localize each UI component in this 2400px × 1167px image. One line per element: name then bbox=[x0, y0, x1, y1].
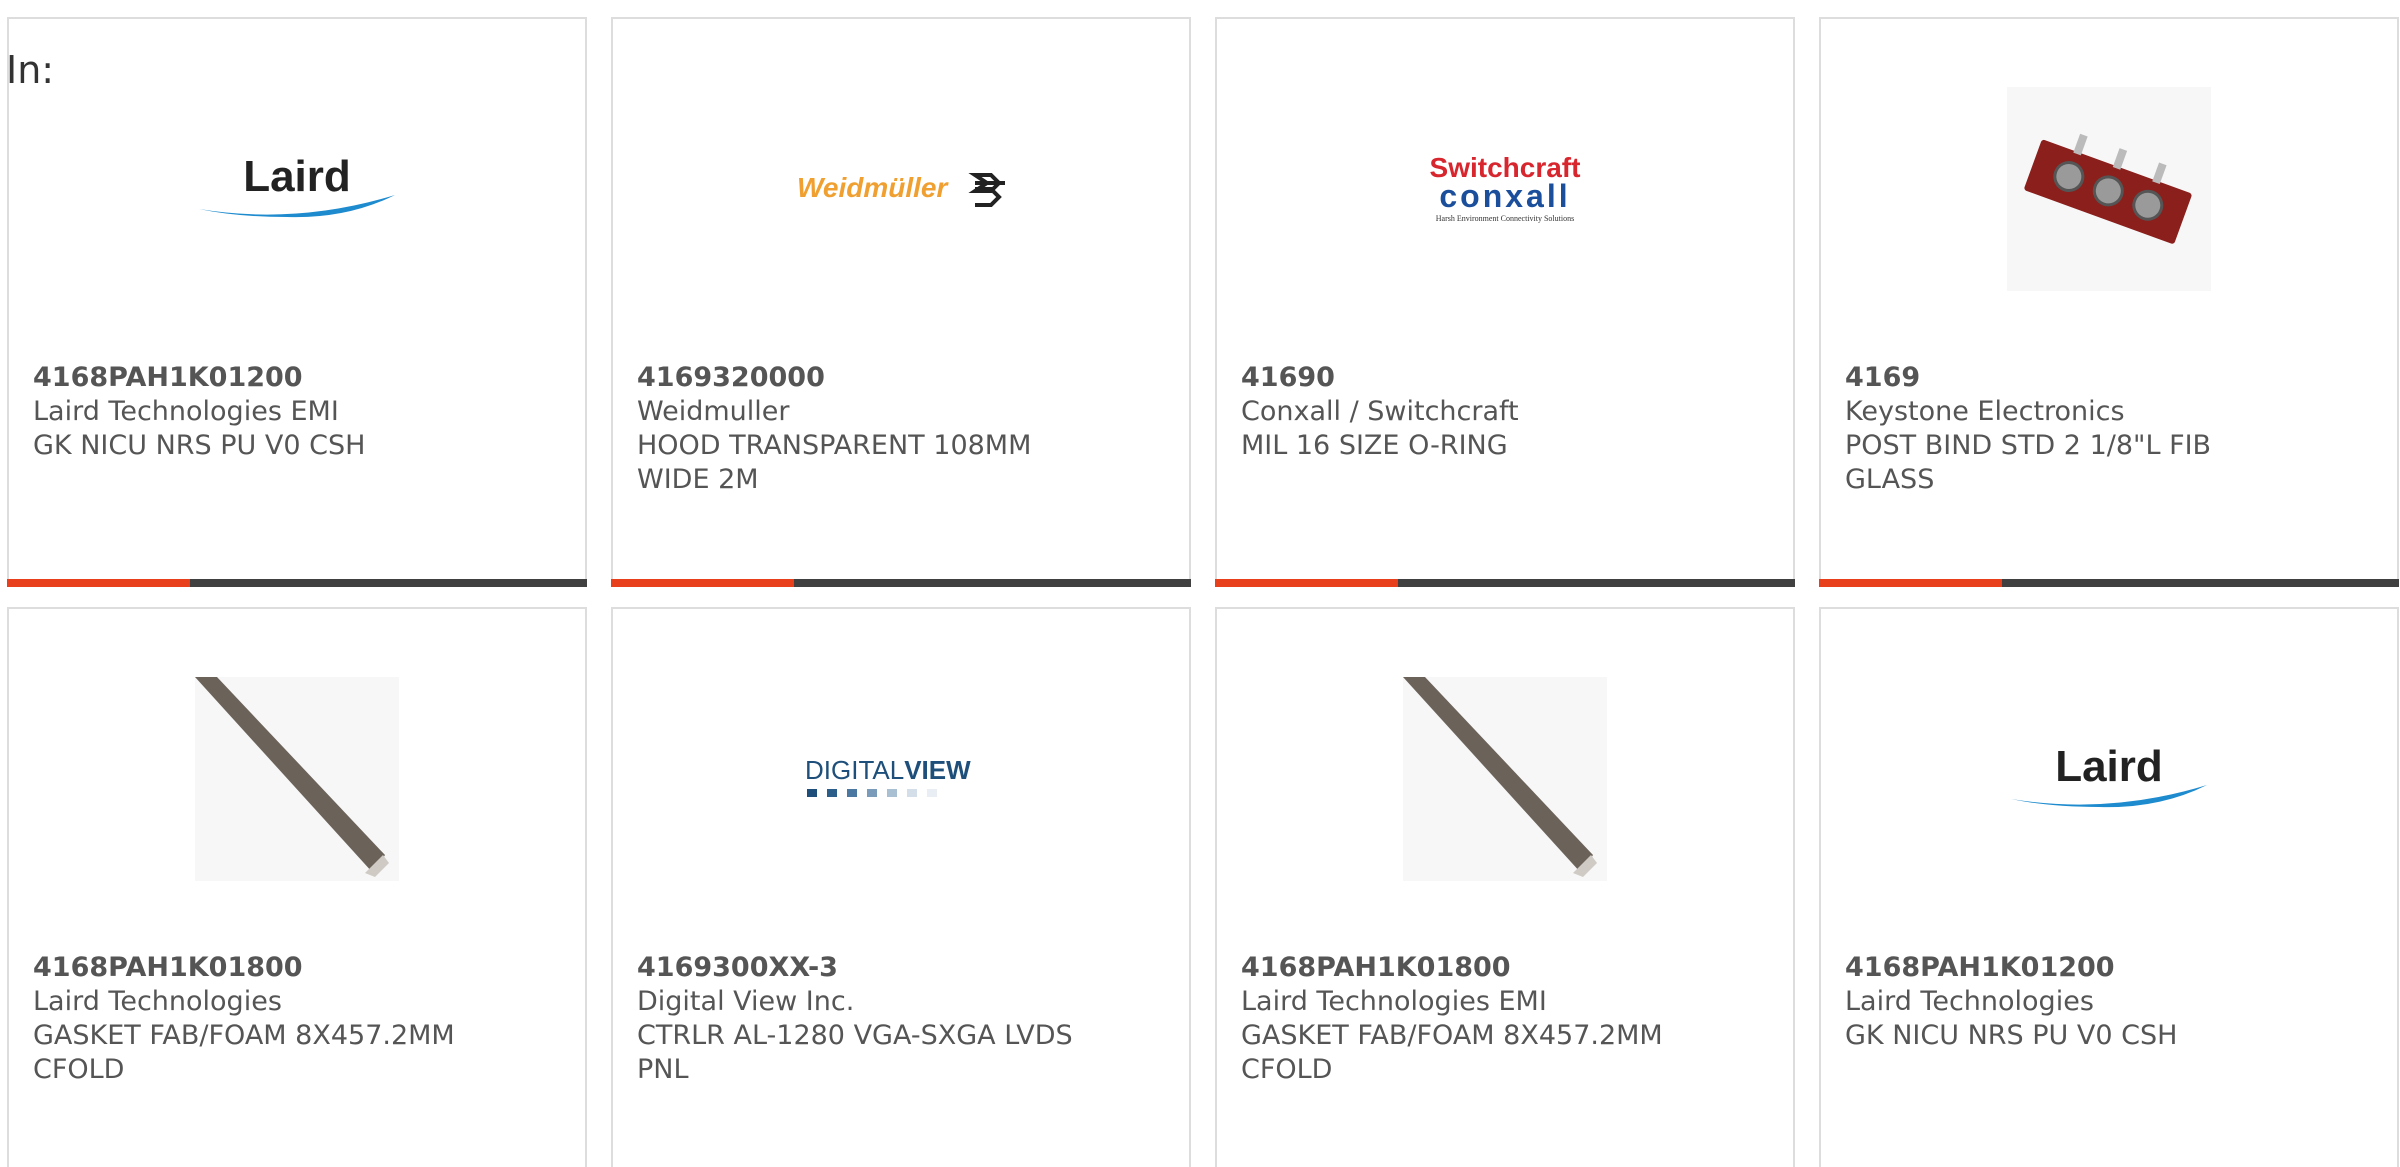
description: GK NICU NRS PU V0 CSH bbox=[33, 430, 366, 461]
description: MIL 16 SIZE O-RING bbox=[1241, 430, 1508, 461]
description: POST BIND STD 2 1/8"L FIB GLASS bbox=[1845, 430, 2212, 495]
part-number: 4169 bbox=[1845, 362, 1921, 393]
card-bar-accent bbox=[611, 579, 794, 587]
description: GK NICU NRS PU V0 CSH bbox=[1845, 1020, 2178, 1051]
manufacturer: Keystone Electronics bbox=[1845, 396, 2125, 427]
manufacturer: Laird Technologies bbox=[33, 986, 282, 1017]
description: CTRLR AL-1280 VGA-SXGA LVDS PNL bbox=[637, 1020, 1073, 1085]
product-card[interactable]: DIGITALVIEW 4169300XX-3 Digital View Inc… bbox=[611, 607, 1191, 1167]
digitalview-logo-icon: DIGITALVIEW bbox=[805, 755, 971, 797]
svg-text:DIGITALVIEW: DIGITALVIEW bbox=[805, 755, 971, 785]
product-card[interactable]: 4169 Keystone Electronics POST BIND STD … bbox=[1819, 17, 2399, 587]
weidmuller-logo-icon: Weidmüller bbox=[797, 172, 1005, 207]
laird-logo-icon: Laird bbox=[2011, 742, 2207, 808]
product-image bbox=[1821, 87, 2397, 291]
part-number: 4168PAH1K01200 bbox=[33, 362, 303, 393]
manufacturer: Laird Technologies EMI bbox=[33, 396, 339, 427]
gasket-photo-icon bbox=[195, 677, 399, 881]
manufacturer: Conxall / Switchcraft bbox=[1241, 396, 1519, 427]
manufacturer: Digital View Inc. bbox=[637, 986, 855, 1017]
card-bar bbox=[1819, 579, 2399, 587]
card-bar bbox=[611, 579, 1191, 587]
product-image: Switchcraft conxall Harsh Environment Co… bbox=[1217, 87, 1793, 291]
product-image: Laird bbox=[1821, 677, 2397, 881]
svg-text:Laird: Laird bbox=[2055, 742, 2163, 791]
card-bar bbox=[1215, 579, 1795, 587]
svg-text:Weidmüller: Weidmüller bbox=[797, 172, 950, 203]
product-card[interactable]: Laird 4168PAH1K01200 Laird Technologies … bbox=[7, 17, 587, 587]
product-image: DIGITALVIEW bbox=[613, 677, 1189, 881]
product-card[interactable]: 4168PAH1K01800 Laird Technologies GASKET… bbox=[7, 607, 587, 1167]
card-bar-accent bbox=[1819, 579, 2002, 587]
svg-text:Laird: Laird bbox=[243, 152, 351, 201]
product-results-page: In: Laird 4168PAH1K01200 Laird Technolog… bbox=[0, 0, 2400, 1167]
in-label: In: bbox=[6, 48, 55, 92]
product-card[interactable]: 4168PAH1K01800 Laird Technologies EMI GA… bbox=[1215, 607, 1795, 1167]
product-card[interactable]: Weidmüller 4169320000 Weidmuller HOOD TR… bbox=[611, 17, 1191, 587]
part-number: 4168PAH1K01200 bbox=[1845, 952, 2115, 983]
part-number: 4169300XX-3 bbox=[637, 952, 838, 983]
svg-text:conxall: conxall bbox=[1439, 178, 1570, 214]
product-image bbox=[1217, 677, 1793, 881]
product-image: Laird bbox=[9, 87, 585, 291]
product-card[interactable]: Switchcraft conxall Harsh Environment Co… bbox=[1215, 17, 1795, 587]
card-bar-accent bbox=[1215, 579, 1398, 587]
gasket-photo-icon bbox=[1403, 677, 1607, 881]
product-grid: Laird 4168PAH1K01200 Laird Technologies … bbox=[7, 17, 2399, 1167]
card-bar bbox=[7, 579, 587, 587]
product-card[interactable]: Laird 4168PAH1K01200 Laird Technologies … bbox=[1819, 607, 2399, 1167]
laird-logo-icon: Laird bbox=[199, 152, 395, 218]
binding-post-photo-icon bbox=[2007, 87, 2211, 291]
description: HOOD TRANSPARENT 108MM WIDE 2M bbox=[637, 430, 1032, 495]
part-number: 4168PAH1K01800 bbox=[33, 952, 303, 983]
manufacturer: Laird Technologies EMI bbox=[1241, 986, 1547, 1017]
manufacturer: Weidmuller bbox=[637, 396, 790, 427]
product-image: Weidmüller bbox=[613, 87, 1189, 291]
part-number: 41690 bbox=[1241, 362, 1335, 393]
description: GASKET FAB/FOAM 8X457.2MM CFOLD bbox=[33, 1020, 455, 1085]
part-number: 4168PAH1K01800 bbox=[1241, 952, 1511, 983]
manufacturer: Laird Technologies bbox=[1845, 986, 2094, 1017]
product-image bbox=[9, 677, 585, 881]
card-bar-accent bbox=[7, 579, 190, 587]
svg-text:Harsh Environment Connectivity: Harsh Environment Connectivity Solutions bbox=[1436, 214, 1574, 223]
switchcraft-conxall-logo-icon: Switchcraft conxall Harsh Environment Co… bbox=[1430, 152, 1581, 223]
description: GASKET FAB/FOAM 8X457.2MM CFOLD bbox=[1241, 1020, 1663, 1085]
part-number: 4169320000 bbox=[637, 362, 825, 393]
